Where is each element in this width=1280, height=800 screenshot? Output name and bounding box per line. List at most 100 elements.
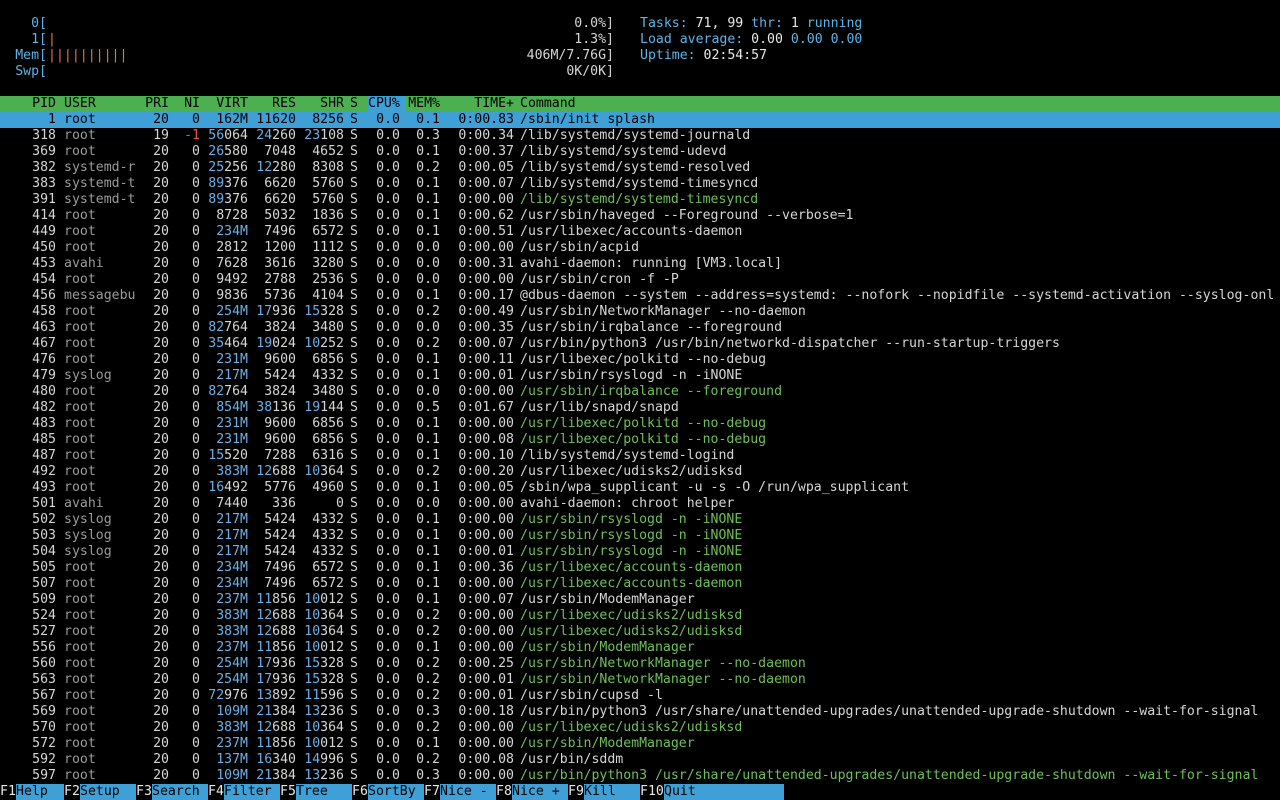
fkey-label-search[interactable]: Search xyxy=(152,784,208,800)
process-row[interactable]: 570 root 20 0 383M 12688 10364 S 0.0 0.2 0:00.00/u… xyxy=(0,720,1280,736)
column-header-cpu[interactable]: CPU% xyxy=(368,96,406,112)
column-header-pid[interactable]: PID xyxy=(0,96,56,112)
process-row[interactable]: 569 root 20 0 109M 21384 13236 S 0.0 0.3 0:00.18/u… xyxy=(0,704,1280,720)
fkey-label-setup[interactable]: Setup xyxy=(80,784,136,800)
process-row[interactable]: 482 root 20 0 854M 38136 19144 S 0.0 0.5 0:01.67/u… xyxy=(0,400,1280,416)
column-header-time[interactable]: TIME+ xyxy=(448,96,514,112)
fkey-f6[interactable]: F6 xyxy=(352,784,368,800)
cell-cpu: 0.0 xyxy=(376,576,400,591)
column-header-user[interactable]: USER xyxy=(64,96,140,112)
process-row[interactable]: 485 root 20 0 231M 9600 6856 S 0.0 0.1 0:00.08/usr… xyxy=(0,432,1280,448)
process-row[interactable]: 467 root 20 0 35464 19024 10252 S 0.0 0.2 0:00.07 /… xyxy=(0,336,1280,352)
process-row[interactable]: 414 root 20 0 8728 5032 1836 S 0.0 0.1 0:00.62/usr… xyxy=(0,208,1280,224)
process-row[interactable]: 450 root 20 0 2812 1200 1112 S 0.0 0.0 0:00.00/usr… xyxy=(0,240,1280,256)
cell-state: S xyxy=(350,656,358,671)
process-row[interactable]: 382 systemd-r 20 0 25256 12280 8308 S 0.0 0.2 0:00… xyxy=(0,160,1280,176)
fkey-label-tree[interactable]: Tree xyxy=(296,784,352,800)
process-row[interactable]: 369 root 20 0 26580 7048 4652 S 0.0 0.1 0:00.37/li… xyxy=(0,144,1280,160)
column-header-shr[interactable]: SHR xyxy=(296,96,344,112)
cell-mem: 0.2 xyxy=(416,688,440,703)
process-row[interactable]: 509 root 20 0 237M 11856 10012 S 0.0 0.1 0:00.07/u… xyxy=(0,592,1280,608)
process-row[interactable]: 463 root 20 0 82764 3824 3480 S 0.0 0.0 0:00.35/us… xyxy=(0,320,1280,336)
process-row[interactable]: 458 root 20 0 254M 17936 15328 S 0.0 0.2 0:00.49/u… xyxy=(0,304,1280,320)
process-row[interactable]: 479 syslog 20 0 217M 5424 4332 S 0.0 0.1 0:00.01/u… xyxy=(0,368,1280,384)
cell-time: 0:00.00 xyxy=(458,384,514,399)
process-row[interactable]: 567 root 20 0 72976 13892 11596 S 0.0 0.2 0:00.01 /… xyxy=(0,688,1280,704)
process-row[interactable]: 507 root 20 0 234M 7496 6572 S 0.0 0.1 0:00.00/usr… xyxy=(0,576,1280,592)
process-row[interactable]: 527 root 20 0 383M 12688 10364 S 0.0 0.2 0:00.00/u… xyxy=(0,624,1280,640)
process-row[interactable]: 1 root 20 0 162M 11620 8256 S 0.0 0.1 0:00.83/sbin… xyxy=(0,112,1280,128)
cell-state: S xyxy=(350,448,358,463)
cell-res: 5776 xyxy=(264,480,296,495)
process-row[interactable]: 503 syslog 20 0 217M 5424 4332 S 0.0 0.1 0:00.00/u… xyxy=(0,528,1280,544)
process-row[interactable]: 449 root 20 0 234M 7496 6572 S 0.0 0.1 0:00.51/usr… xyxy=(0,224,1280,240)
process-table-header[interactable]: PID USER PRI NI VIRT RES SHR S CPU% MEM% TIME+ Comm… xyxy=(0,96,1280,112)
fkey-label-filter[interactable]: Filter xyxy=(224,784,280,800)
process-row[interactable]: 505 root 20 0 234M 7496 6572 S 0.0 0.1 0:00.36/usr… xyxy=(0,560,1280,576)
column-header-pri[interactable]: PRI xyxy=(140,96,169,112)
process-row[interactable]: 453 avahi 20 0 7628 3616 3280 S 0.0 0.0 0:00.31 ava… xyxy=(0,256,1280,272)
process-row[interactable]: 454 root 20 0 9492 2788 2536 S 0.0 0.0 0:00.00/usr… xyxy=(0,272,1280,288)
fkey-f4[interactable]: F4 xyxy=(208,784,224,800)
process-row[interactable]: 592 root 20 0 137M 16340 14996 S 0.0 0.2 0:00.08/u… xyxy=(0,752,1280,768)
cell-mem: 0.1 xyxy=(416,192,440,207)
process-row[interactable]: 476 root 20 0 231M 9600 6856 S 0.0 0.1 0:00.11/usr… xyxy=(0,352,1280,368)
process-row[interactable]: 560 root 20 0 254M 17936 15328 S 0.0 0.2 0:00.25/u… xyxy=(0,656,1280,672)
cell-time: 0:00.07 xyxy=(458,176,514,191)
column-header-state[interactable]: S xyxy=(350,96,362,112)
cell-state: S xyxy=(350,416,358,431)
fkey-f3[interactable]: F3 xyxy=(136,784,152,800)
fkey-f1[interactable]: F1 xyxy=(0,784,16,800)
process-row[interactable]: 391 systemd-t 20 0 89376 6620 5760 S 0.0 0.1 0:00.… xyxy=(0,192,1280,208)
column-header-virt[interactable]: VIRT xyxy=(200,96,248,112)
column-header-mem[interactable]: MEM% xyxy=(404,96,440,112)
process-row[interactable]: 563 root 20 0 254M 17936 15328 S 0.0 0.2 0:00.01/u… xyxy=(0,672,1280,688)
fkey-label-nice[interactable]: Nice - xyxy=(440,784,496,800)
process-row[interactable]: 383 systemd-t 20 0 89376 6620 5760 S 0.0 0.1 0:00.… xyxy=(0,176,1280,192)
cell-state: S xyxy=(350,256,358,271)
fkey-f8[interactable]: F8 xyxy=(496,784,512,800)
process-row[interactable]: 504 syslog 20 0 217M 5424 4332 S 0.0 0.1 0:00.01/u… xyxy=(0,544,1280,560)
fkey-f10[interactable]: F10 xyxy=(640,784,664,800)
process-row[interactable]: 487 root 20 0 15520 7288 6316 S 0.0 0.1 0:00.10/li… xyxy=(0,448,1280,464)
column-header-res[interactable]: RES xyxy=(250,96,296,112)
process-row[interactable]: 597 root 20 0 109M 21384 13236 S 0.0 0.3 0:00.00/u… xyxy=(0,768,1280,784)
cell-shr: 4332 xyxy=(312,544,344,559)
cell-pid: 504 xyxy=(32,544,56,559)
process-row[interactable]: 483 root 20 0 231M 9600 6856 S 0.0 0.1 0:00.00/usr… xyxy=(0,416,1280,432)
fkey-label-kill[interactable]: Kill xyxy=(584,784,640,800)
process-row[interactable]: 318 root 19 -1 56064 24260 23108 S 0.0 0.3 0:00.34… xyxy=(0,128,1280,144)
fkey-f7[interactable]: F7 xyxy=(424,784,440,800)
process-row[interactable]: 480 root 20 0 82764 3824 3480 S 0.0 0.0 0:00.00/us… xyxy=(0,384,1280,400)
cell-mem: 0.1 xyxy=(416,208,440,223)
cell-time: 0:00.01 xyxy=(458,368,514,383)
process-row[interactable]: 524 root 20 0 383M 12688 10364 S 0.0 0.2 0:00.00/u… xyxy=(0,608,1280,624)
cell-user: syslog xyxy=(64,528,112,543)
cell-shr: 10252 xyxy=(304,336,344,351)
fkey-label-help[interactable]: Help xyxy=(16,784,64,800)
column-header-command[interactable]: Command xyxy=(520,96,1280,112)
fkey-label-nice[interactable]: Nice + xyxy=(512,784,568,800)
cell-pid: 501 xyxy=(32,496,56,511)
fkey-f2[interactable]: F2 xyxy=(64,784,80,800)
cell-state: S xyxy=(350,288,358,303)
cell-command: /usr/sbin/NetworkManager --no-daemon xyxy=(520,656,806,671)
cell-time: 0:00.25 xyxy=(458,656,514,671)
cell-time: 0:00.00 xyxy=(458,624,514,639)
cell-shr: 11596 xyxy=(304,688,344,703)
cell-ni: 0 xyxy=(192,496,200,511)
fkey-label-sortby[interactable]: SortBy xyxy=(368,784,424,800)
process-row[interactable]: 492 root 20 0 383M 12688 10364 S 0.0 0.2 0:00.20/u… xyxy=(0,464,1280,480)
fkey-label-quit[interactable]: Quit xyxy=(664,784,784,800)
column-header-ni[interactable]: NI xyxy=(172,96,200,112)
process-row[interactable]: 493 root 20 0 16492 5776 4960 S 0.0 0.1 0:00.05/sb… xyxy=(0,480,1280,496)
process-row[interactable]: 572 root 20 0 237M 11856 10012 S 0.0 0.1 0:00.00/u… xyxy=(0,736,1280,752)
fkey-f9[interactable]: F9 xyxy=(568,784,584,800)
cell-state: S xyxy=(350,144,358,159)
process-row[interactable]: 502 syslog 20 0 217M 5424 4332 S 0.0 0.1 0:00.00/u… xyxy=(0,512,1280,528)
process-row[interactable]: 556 root 20 0 237M 11856 10012 S 0.0 0.1 0:00.00/u… xyxy=(0,640,1280,656)
process-row[interactable]: 501 avahi 20 0 7440 336 0 S 0.0 0.0 0:00.00 avahi-d… xyxy=(0,496,1280,512)
fkey-f5[interactable]: F5 xyxy=(280,784,296,800)
cell-time: 0:00.05 xyxy=(458,480,514,495)
process-row[interactable]: 456 messagebu 20 0 9836 5736 4104 S 0.0 0.1 0:00.1… xyxy=(0,288,1280,304)
